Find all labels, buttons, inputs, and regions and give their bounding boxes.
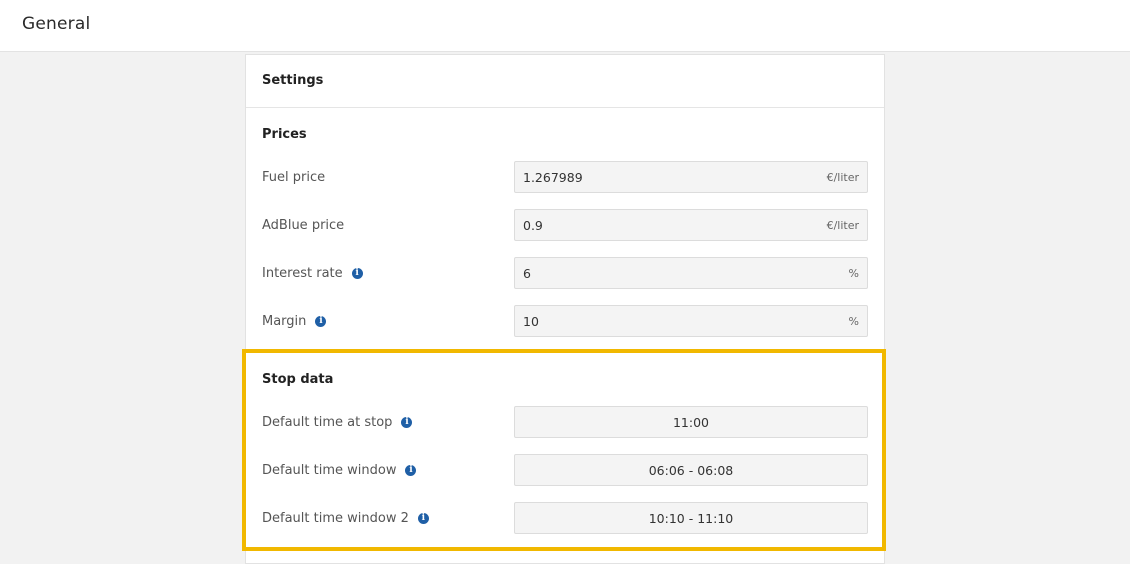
fuel-price-value: 1.267989 <box>523 170 583 185</box>
default-time-at-stop-input[interactable]: 11:00 <box>514 406 868 438</box>
interest-rate-label: Interest rate i <box>262 264 363 282</box>
interest-rate-input[interactable]: 6 % <box>514 257 868 289</box>
default-time-window-2-value: 10:10 - 11:10 <box>648 511 734 526</box>
default-time-at-stop-value: 11:00 <box>672 415 710 430</box>
default-time-window-value: 06:06 - 06:08 <box>648 463 734 478</box>
margin-label: Margin i <box>262 312 327 330</box>
default-time-at-stop-label-text: Default time at stop <box>262 414 393 430</box>
prices-section-title: Prices <box>262 127 307 142</box>
default-time-window-2-input[interactable]: 10:10 - 11:10 <box>514 502 868 534</box>
default-time-window-2-label: Default time window 2 i <box>262 509 429 527</box>
fuel-price-label-text: Fuel price <box>262 169 326 185</box>
default-time-at-stop-label: Default time at stop i <box>262 413 413 431</box>
panel-header-title: Settings <box>262 73 324 88</box>
margin-unit: % <box>848 315 859 328</box>
default-time-window-input[interactable]: 06:06 - 06:08 <box>514 454 868 486</box>
default-time-window-label-text: Default time window <box>262 462 397 478</box>
default-time-window-2-label-text: Default time window 2 <box>262 510 409 526</box>
info-icon[interactable]: i <box>351 267 363 279</box>
fuel-price-input[interactable]: 1.267989 €/liter <box>514 161 868 193</box>
margin-value: 10 <box>523 314 539 329</box>
info-icon[interactable]: i <box>315 315 327 327</box>
adblue-price-unit: €/liter <box>826 219 859 232</box>
stop-data-section-title: Stop data <box>262 372 334 387</box>
info-icon[interactable]: i <box>401 416 413 428</box>
info-icon[interactable]: i <box>417 512 429 524</box>
interest-rate-value: 6 <box>523 266 531 281</box>
fuel-price-label: Fuel price <box>262 168 325 186</box>
adblue-price-label-text: AdBlue price <box>262 217 345 233</box>
adblue-price-label: AdBlue price <box>262 216 344 234</box>
adblue-price-value: 0.9 <box>523 218 543 233</box>
info-icon[interactable]: i <box>405 464 417 476</box>
panel-header: Settings <box>246 55 884 108</box>
margin-label-text: Margin <box>262 313 307 329</box>
interest-rate-label-text: Interest rate <box>262 265 343 281</box>
top-bar: General <box>0 0 1130 52</box>
settings-panel: Settings Prices Fuel price 1.267989 €/li… <box>245 54 885 564</box>
margin-input[interactable]: 10 % <box>514 305 868 337</box>
default-time-window-label: Default time window i <box>262 461 417 479</box>
fuel-price-unit: €/liter <box>826 171 859 184</box>
page-title: General <box>22 14 91 34</box>
interest-rate-unit: % <box>848 267 859 280</box>
adblue-price-input[interactable]: 0.9 €/liter <box>514 209 868 241</box>
